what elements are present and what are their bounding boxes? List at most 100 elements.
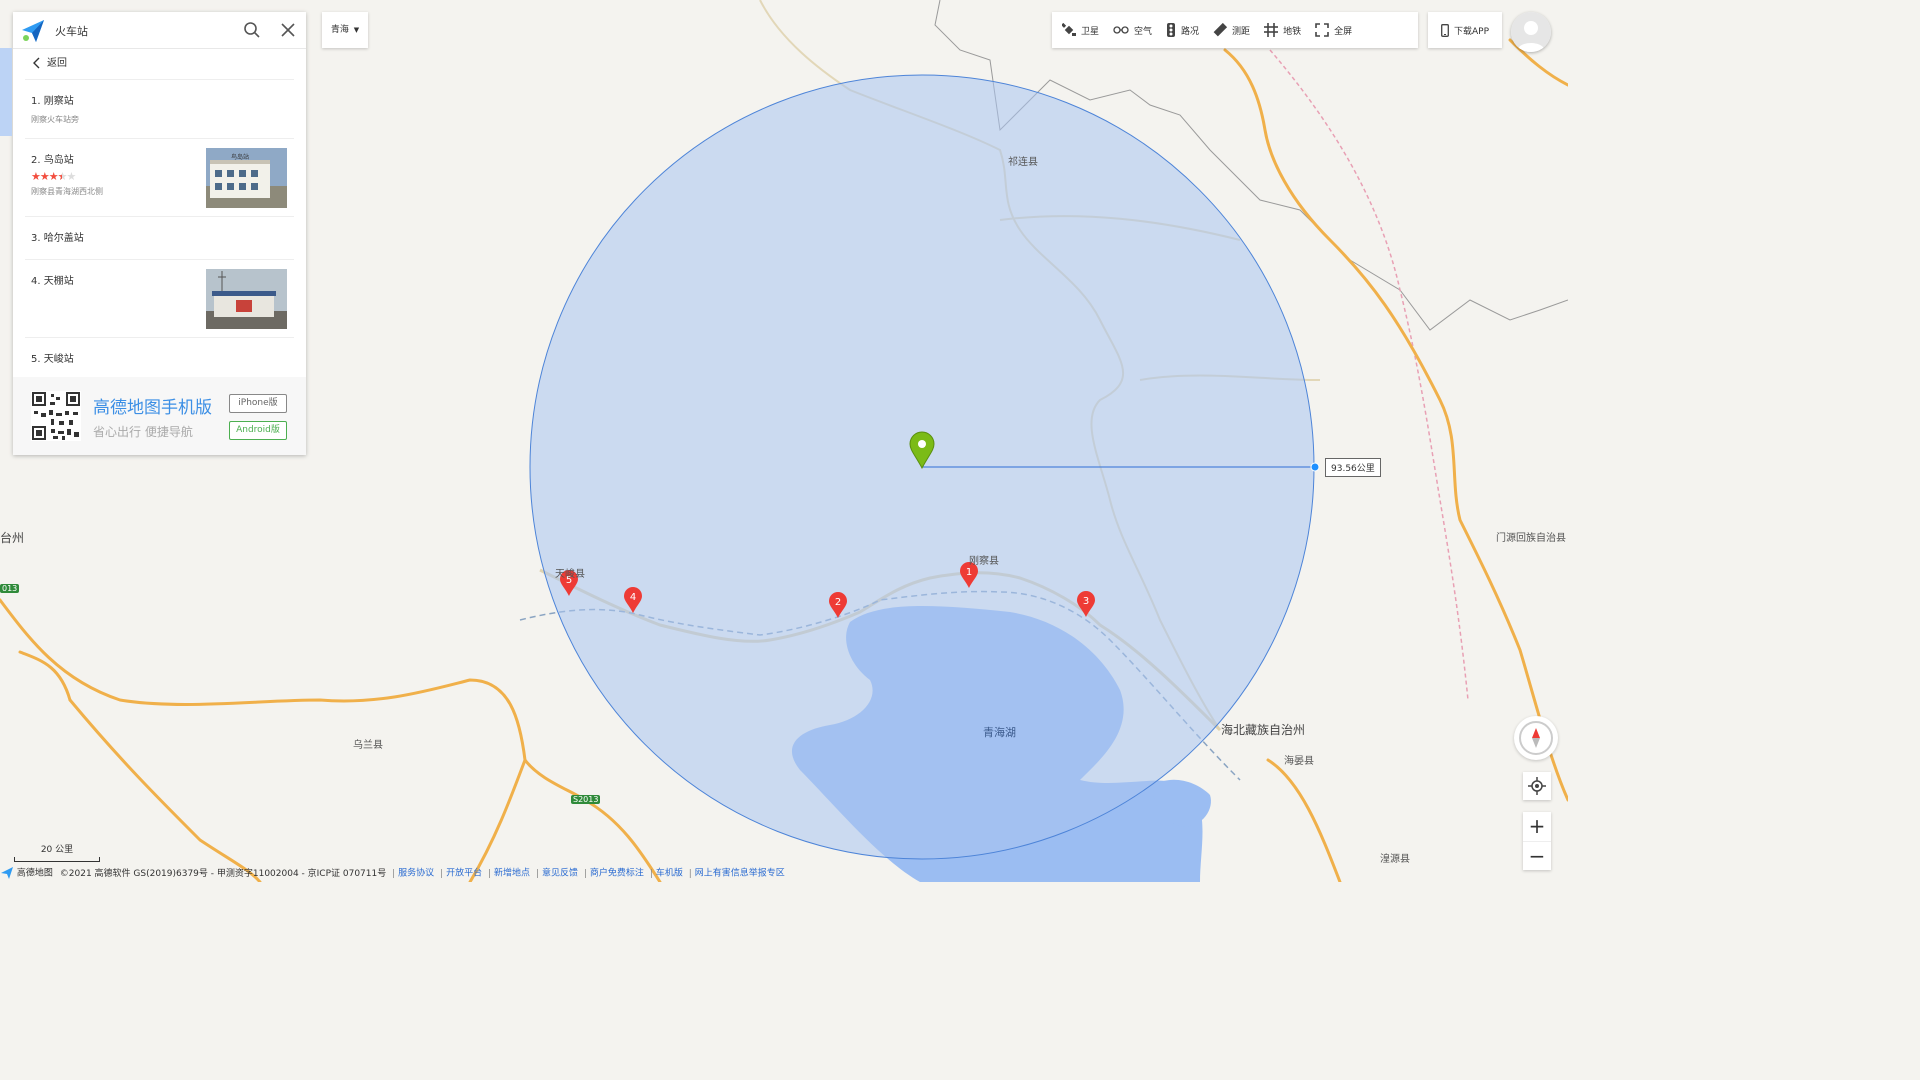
scale-label: 20 公里 xyxy=(40,845,74,855)
marker-2-label: 2 xyxy=(835,597,841,608)
result-item-5[interactable]: 5. 天峻站 xyxy=(25,338,294,378)
search-input[interactable] xyxy=(53,19,247,43)
result-thumbnail[interactable]: 鸟岛站 xyxy=(206,148,287,208)
result-item-2[interactable]: 2. 鸟岛站 ★★★★★★ 刚察县青海湖西北侧 鸟岛站 xyxy=(25,139,294,217)
subway-label: 地铁 xyxy=(1283,26,1302,37)
subway-icon xyxy=(1264,23,1279,37)
scale-bar: 20 公里 xyxy=(14,842,100,862)
promo-title: 高德地图手机版 xyxy=(93,398,212,418)
footer: 高德地图 ©2021 高德软件 GS(2019)6379号 - 甲测资字1100… xyxy=(0,866,800,880)
download-app-button[interactable]: 下载APP xyxy=(1428,12,1502,48)
iphone-download-button[interactable]: iPhone版 xyxy=(229,394,287,413)
footer-brand: 高德地图 xyxy=(16,868,53,879)
result-title: 5. 天峻站 xyxy=(31,354,74,365)
footer-link-open-platform[interactable]: 开放平台 xyxy=(446,869,482,879)
weather-label: 空气 xyxy=(1134,26,1153,37)
android-download-button[interactable]: Android版 xyxy=(229,421,287,440)
download-app-label: 下载APP xyxy=(1453,26,1489,37)
footer-link-feedback[interactable]: 意见反馈 xyxy=(542,869,578,879)
ruler-button[interactable]: 测距 xyxy=(1213,23,1250,37)
result-subtitle: 刚察县青海湖西北侧 xyxy=(31,187,103,196)
user-icon xyxy=(1511,12,1551,52)
label-huangyuan: 湟源县 xyxy=(1380,854,1410,865)
phone-icon xyxy=(1441,23,1449,37)
satellite-button[interactable]: 卫星 xyxy=(1062,23,1099,37)
search-bar xyxy=(13,12,306,49)
traffic-label: 路况 xyxy=(1181,26,1200,37)
radius-handle xyxy=(1310,462,1320,472)
city-selector[interactable]: 青海 ▼ xyxy=(322,12,368,48)
label-qinghaihu: 青海湖 xyxy=(983,726,1016,739)
panel-edge-accent xyxy=(0,48,12,136)
footer-link-add-place[interactable]: 新增地点 xyxy=(494,869,530,879)
label-wulan: 乌兰县 xyxy=(353,740,383,751)
footer-link-merchant[interactable]: 商户免费标注 xyxy=(590,869,644,879)
fullscreen-icon xyxy=(1315,23,1329,37)
result-thumbnail[interactable] xyxy=(206,269,287,329)
user-avatar[interactable] xyxy=(1511,12,1551,52)
search-icon[interactable] xyxy=(243,21,261,39)
chevron-left-icon xyxy=(33,57,40,69)
label-taizhou: 台州 xyxy=(0,531,25,545)
label-menyuan: 门源回族自治县 xyxy=(1496,533,1566,544)
satellite-label: 卫星 xyxy=(1081,26,1100,37)
distance-label: 93.56公里 xyxy=(1325,458,1381,477)
traffic-light-icon xyxy=(1167,23,1176,37)
scale-line xyxy=(14,857,100,862)
compass-icon xyxy=(1519,721,1553,755)
app-promo: 高德地图手机版 省心出行 便捷导航 iPhone版 Android版 xyxy=(13,377,306,455)
marker-4-label: 4 xyxy=(630,592,636,603)
result-item-4[interactable]: 4. 天棚站 xyxy=(25,260,294,338)
fullscreen-label: 全屏 xyxy=(1334,26,1353,37)
marker-3-label: 3 xyxy=(1083,596,1089,607)
compass-control[interactable] xyxy=(1514,716,1558,760)
label-tianjun: 天峻县 xyxy=(555,569,585,580)
label-haibei: 海北藏族自治州 xyxy=(1221,723,1306,737)
fullscreen-button[interactable]: 全屏 xyxy=(1315,23,1352,37)
air-quality-icon xyxy=(1113,26,1129,34)
amap-small-logo-icon xyxy=(1,867,13,879)
map-toolbar: 卫星 空气 路况 测距 地铁 全屏 xyxy=(1052,12,1418,48)
zoom-out-button[interactable]: − xyxy=(1523,842,1551,871)
search-panel: 返回 1. 刚察站 刚察火车站旁 2. 鸟岛站 ★★★★★★ 刚察县青海湖西北侧… xyxy=(13,12,306,455)
thumbnail-caption: 鸟岛站 xyxy=(231,153,249,161)
footer-link-report[interactable]: 网上有害信息举报专区 xyxy=(695,869,785,879)
marker-1-label: 1 xyxy=(966,567,972,578)
road-shield-s2013: S2013 xyxy=(571,795,601,804)
result-title: 4. 天棚站 xyxy=(31,276,74,287)
subway-button[interactable]: 地铁 xyxy=(1264,23,1301,37)
weather-button[interactable]: 空气 xyxy=(1113,24,1152,37)
result-title: 3. 哈尔盖站 xyxy=(31,233,84,244)
back-label: 返回 xyxy=(47,58,67,69)
result-item-3[interactable]: 3. 哈尔盖站 xyxy=(25,217,294,260)
locate-icon xyxy=(1528,777,1546,795)
amap-logo-icon[interactable] xyxy=(20,18,46,44)
ruler-icon xyxy=(1213,23,1228,37)
footer-link-car[interactable]: 车机版 xyxy=(656,869,683,879)
close-icon[interactable] xyxy=(279,21,297,39)
promo-subtitle: 省心出行 便捷导航 xyxy=(93,425,193,439)
map-marker-2[interactable]: 2 xyxy=(828,592,848,621)
result-title: 1. 刚察站 xyxy=(31,96,74,107)
label-haiyan: 海晏县 xyxy=(1284,756,1314,767)
traffic-button[interactable]: 路况 xyxy=(1166,23,1199,37)
caret-down-icon: ▼ xyxy=(353,26,360,34)
result-item-1[interactable]: 1. 刚察站 刚察火车站旁 xyxy=(25,80,294,139)
label-qilian: 祁连县 xyxy=(1008,157,1038,168)
ruler-label: 测距 xyxy=(1232,26,1251,37)
footer-copyright: ©2021 高德软件 GS(2019)6379号 - 甲测资字11002004 … xyxy=(59,868,387,879)
zoom-in-button[interactable]: + xyxy=(1523,812,1551,842)
zoom-control: + − xyxy=(1523,812,1551,870)
rating-stars: ★★★★★★ xyxy=(31,170,76,183)
result-title: 2. 鸟岛站 xyxy=(31,155,74,166)
result-subtitle: 刚察火车站旁 xyxy=(31,115,79,124)
map-marker-4[interactable]: 4 xyxy=(623,587,643,616)
qr-code xyxy=(31,391,81,441)
satellite-icon xyxy=(1062,23,1076,36)
back-button[interactable]: 返回 xyxy=(25,49,294,80)
map-marker-3[interactable]: 3 xyxy=(1076,591,1096,620)
locate-button[interactable] xyxy=(1523,772,1551,800)
footer-link-terms[interactable]: 服务协议 xyxy=(398,869,434,879)
city-label: 青海 xyxy=(330,25,349,35)
label-gangcha: 刚察县 xyxy=(969,556,999,567)
